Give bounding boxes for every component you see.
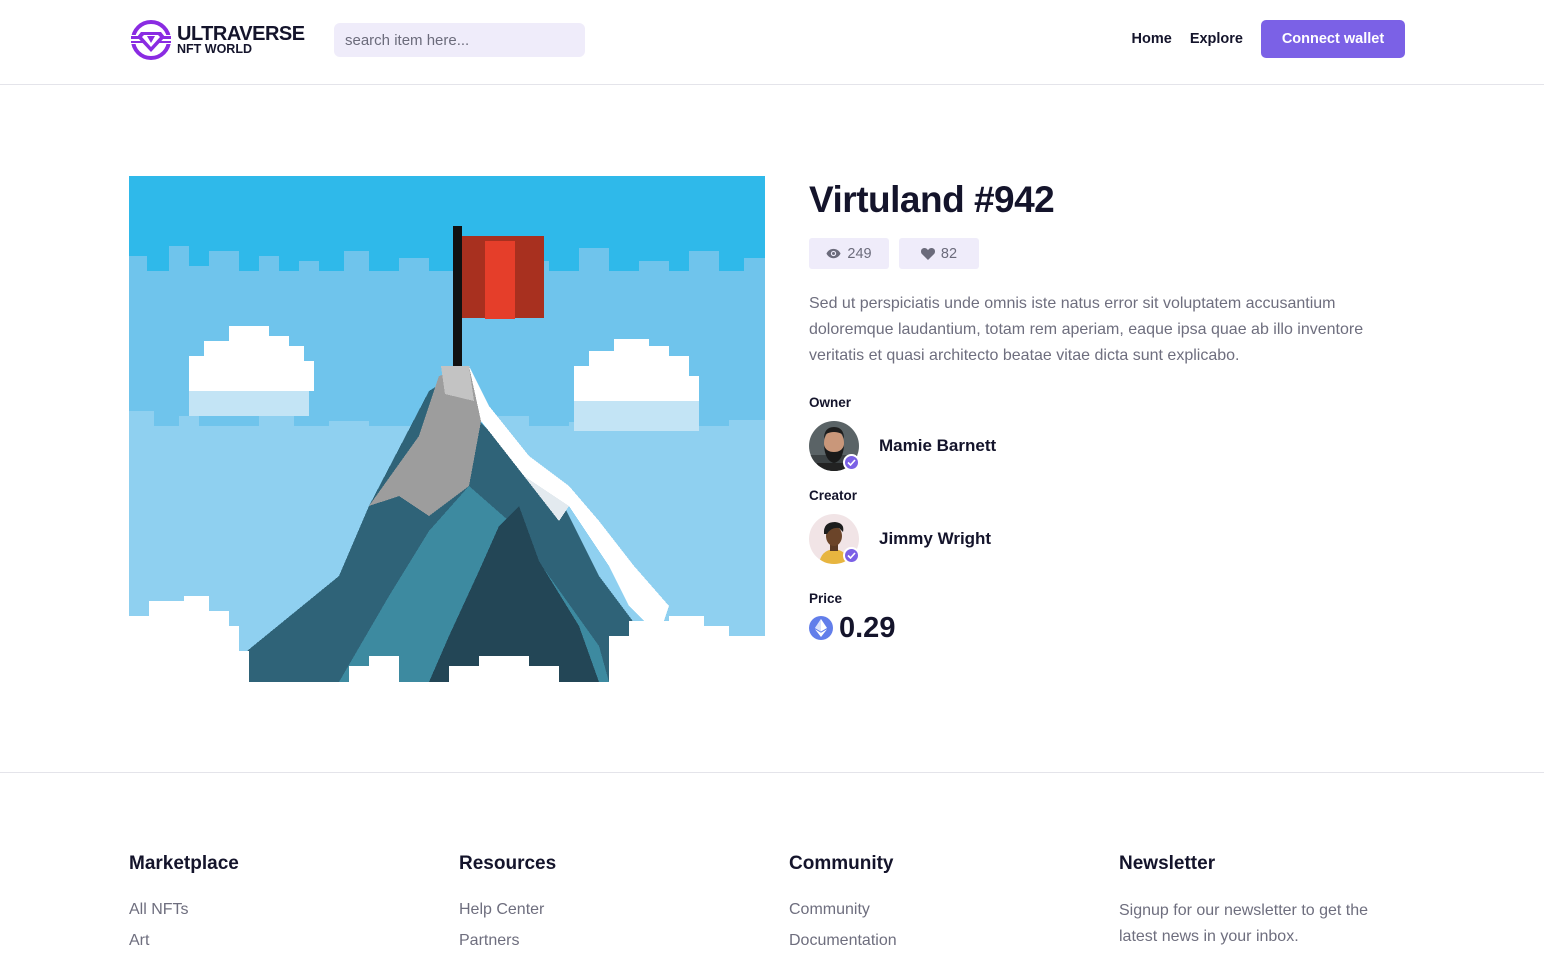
logo-line-2: NFT WORLD bbox=[177, 42, 252, 57]
eye-icon bbox=[826, 248, 841, 259]
site-footer: Marketplace All NFTs Art Resources Help … bbox=[0, 772, 1544, 961]
nav-home-link[interactable]: Home bbox=[1132, 31, 1172, 47]
footer-newsletter-title: Newsletter bbox=[1119, 853, 1216, 874]
creator-avatar[interactable] bbox=[809, 514, 860, 564]
verified-icon bbox=[843, 547, 860, 564]
site-logo[interactable]: ULTRAVERSE NFT WORLD bbox=[129, 20, 305, 60]
nft-artwork bbox=[129, 176, 765, 682]
likes-badge[interactable]: 82 bbox=[899, 238, 979, 269]
item-detail: Virtuland #942 249 82 Sed ut perspiciati… bbox=[809, 176, 1409, 644]
price-label: Price bbox=[809, 591, 843, 606]
owner-label: Owner bbox=[809, 395, 852, 410]
item-title: Virtuland #942 bbox=[809, 179, 1055, 220]
footer-community: Community Community Documentation bbox=[789, 853, 897, 960]
logo-icon bbox=[129, 20, 173, 60]
creator-name[interactable]: Jimmy Wright bbox=[879, 529, 991, 549]
owner-avatar[interactable] bbox=[809, 421, 860, 471]
item-description: Sed ut perspiciatis unde omnis iste natu… bbox=[809, 295, 1364, 364]
creator-row[interactable]: Jimmy Wright bbox=[809, 514, 1409, 564]
ethereum-icon bbox=[809, 616, 833, 640]
newsletter-text: Signup for our newsletter to get the lat… bbox=[1119, 902, 1369, 945]
footer-marketplace: Marketplace All NFTs Art bbox=[129, 853, 239, 960]
footer-link-documentation[interactable]: Documentation bbox=[789, 929, 897, 960]
footer-link-help-center[interactable]: Help Center bbox=[459, 898, 556, 929]
likes-count: 82 bbox=[940, 245, 958, 262]
footer-community-title: Community bbox=[789, 853, 894, 874]
footer-link-all-nfts[interactable]: All NFTs bbox=[129, 898, 239, 929]
main-nav: Home Explore Connect wallet bbox=[1132, 20, 1405, 58]
footer-resources-title: Resources bbox=[459, 853, 557, 874]
search-input[interactable] bbox=[334, 23, 585, 57]
footer-link-art[interactable]: Art bbox=[129, 929, 239, 960]
nav-explore-link[interactable]: Explore bbox=[1190, 31, 1243, 47]
footer-link-community[interactable]: Community bbox=[789, 898, 897, 929]
price-value: 0.29 bbox=[839, 611, 896, 644]
heart-icon bbox=[920, 247, 935, 260]
footer-newsletter: Newsletter Signup for our newsletter to … bbox=[1119, 853, 1399, 950]
verified-icon bbox=[843, 454, 860, 471]
owner-row[interactable]: Mamie Barnett bbox=[809, 421, 1409, 471]
owner-name[interactable]: Mamie Barnett bbox=[879, 436, 996, 456]
creator-label: Creator bbox=[809, 488, 858, 503]
logo-wordmark: ULTRAVERSE NFT WORLD bbox=[177, 24, 305, 56]
logo-line-1: ULTRAVERSE bbox=[177, 23, 305, 46]
footer-marketplace-title: Marketplace bbox=[129, 853, 239, 874]
footer-link-partners[interactable]: Partners bbox=[459, 929, 556, 960]
views-badge: 249 bbox=[809, 238, 889, 269]
site-header: ULTRAVERSE NFT WORLD Home Explore Connec… bbox=[0, 0, 1544, 85]
views-count: 249 bbox=[847, 245, 872, 262]
connect-wallet-button[interactable]: Connect wallet bbox=[1261, 20, 1405, 58]
item-stats: 249 82 bbox=[809, 238, 1409, 269]
footer-resources: Resources Help Center Partners bbox=[459, 853, 556, 960]
mountain-flag-artwork-image bbox=[129, 176, 765, 682]
price-row: 0.29 bbox=[809, 611, 1409, 644]
